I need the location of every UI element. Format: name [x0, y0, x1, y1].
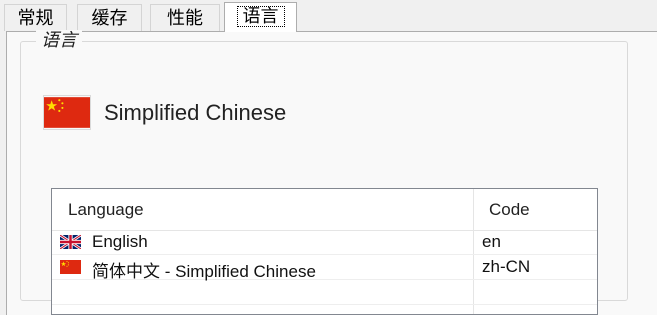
- tab-language-label: 语言: [236, 6, 285, 27]
- tab-general[interactable]: 常规: [4, 4, 67, 31]
- tab-performance[interactable]: 性能: [150, 4, 220, 31]
- tab-cache-label: 缓存: [91, 8, 128, 29]
- china-flag-icon: [60, 260, 81, 274]
- tab-strip: 常规 缓存 性能 语言: [0, 0, 657, 32]
- china-flag-icon: [44, 97, 90, 128]
- list-item-english[interactable]: English en: [52, 230, 597, 255]
- list-item-name: 简体中文 - Simplified Chinese: [92, 262, 316, 281]
- column-header-language[interactable]: Language: [68, 200, 144, 220]
- language-groupbox-title: 语言: [36, 30, 82, 52]
- options-window: 常规 缓存 性能 语言 语言 Simplified Chinese Langua…: [0, 0, 657, 315]
- list-item-code: en: [482, 232, 501, 251]
- current-language: Simplified Chinese: [44, 96, 286, 129]
- uk-flag-icon: [60, 235, 81, 249]
- tab-performance-label: 性能: [167, 8, 203, 29]
- language-list[interactable]: Language Code English en 简体中文 - Simplifi…: [51, 188, 598, 315]
- tab-language[interactable]: 语言: [224, 2, 297, 32]
- list-item-simplified-chinese[interactable]: 简体中文 - Simplified Chinese zh-CN: [52, 255, 597, 281]
- language-list-header: Language Code: [52, 189, 597, 231]
- list-item-empty: [52, 280, 597, 305]
- tab-general-label: 常规: [17, 8, 54, 29]
- tab-cache[interactable]: 缓存: [77, 4, 142, 31]
- list-item-name: English: [92, 232, 148, 251]
- column-header-code[interactable]: Code: [489, 200, 530, 220]
- list-item-code: zh-CN: [482, 257, 531, 276]
- current-language-name: Simplified Chinese: [104, 99, 287, 125]
